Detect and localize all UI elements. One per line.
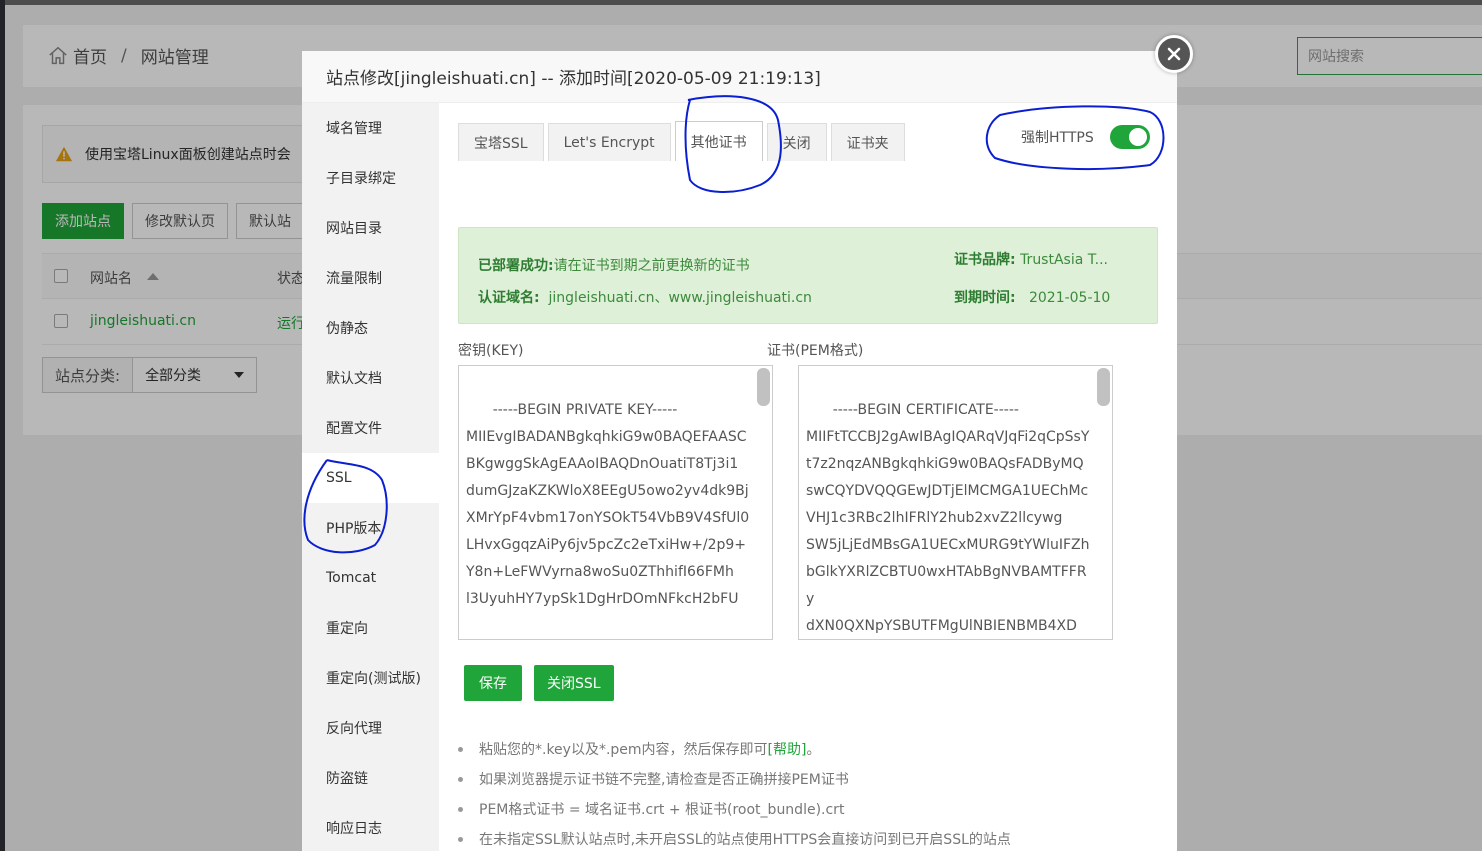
force-https: 强制HTTPS [1021, 125, 1150, 149]
tip-item: 如果浏览器提示证书链不完整,请检查是否正确拼接PEM证书 [458, 764, 1011, 794]
sidebar-item-tomcat[interactable]: Tomcat [302, 553, 439, 603]
key-label: 密钥(KEY) [458, 343, 524, 359]
cert-label: 证书(PEM格式) [767, 343, 864, 359]
sidebar-item-subdir[interactable]: 子目录绑定 [302, 153, 439, 203]
sidebar-item-ssl[interactable]: SSL [302, 453, 439, 503]
private-key-textarea[interactable]: -----BEGIN PRIVATE KEY----- MIIEvgIBADAN… [458, 365, 773, 640]
save-button[interactable]: 保存 [464, 665, 522, 701]
cert-domain: 认证域名: jingleishuati.cn、www.jingleishuati… [478, 287, 812, 307]
close-ssl-button[interactable]: 关闭SSL [534, 665, 614, 701]
dialog-title: 站点修改[jingleishuati.cn] -- 添加时间[2020-05-0… [302, 51, 1177, 103]
sidebar-item-traffic-limit[interactable]: 流量限制 [302, 253, 439, 303]
sidebar-item-domain[interactable]: 域名管理 [302, 103, 439, 153]
close-dialog-button[interactable] [1155, 35, 1193, 73]
expire-text: 2021-05-10 [1028, 290, 1111, 306]
brand-label: 证书品牌: [954, 252, 1016, 268]
cert-brand: 证书品牌: TrustAsia T... [954, 249, 1108, 269]
tip-item: PEM格式证书 = 域名证书.crt + 根证书(root_bundle).cr… [458, 794, 1011, 824]
sidebar-item-rewrite[interactable]: 伪静态 [302, 303, 439, 353]
tab-bt-ssl[interactable]: 宝塔SSL [458, 123, 544, 161]
sidebar-item-config[interactable]: 配置文件 [302, 403, 439, 453]
expire-label: 到期时间: [954, 290, 1016, 306]
certificate-textarea[interactable]: -----BEGIN CERTIFICATE----- MIIFtTCCBJ2g… [798, 365, 1113, 640]
cert-expire: 到期时间: 2021-05-10 [954, 287, 1110, 307]
tip1-text: 粘贴您的*.key以及*.pem内容，然后保存即可 [479, 742, 768, 758]
cert-status-box: 已部署成功:请在证书到期之前更换新的证书 认证域名: jingleishuati… [458, 227, 1158, 324]
private-key-content: -----BEGIN PRIVATE KEY----- MIIEvgIBADAN… [466, 402, 750, 607]
close-icon [1167, 47, 1181, 61]
toggle-knob [1128, 128, 1147, 146]
tab-cert-folder[interactable]: 证书夹 [830, 123, 905, 161]
deploy-label: 已部署成功: [478, 258, 554, 274]
force-https-toggle[interactable] [1109, 125, 1150, 149]
dialog-sidebar: 域名管理 子目录绑定 网站目录 流量限制 伪静态 默认文档 配置文件 SSL P… [302, 103, 439, 851]
sidebar-item-redirect[interactable]: 重定向 [302, 603, 439, 653]
brand-text: TrustAsia T... [1020, 252, 1108, 268]
domain-text: jingleishuati.cn、www.jingleishuati.cn [548, 290, 812, 306]
deploy-text: 请在证书到期之前更换新的证书 [553, 258, 750, 274]
force-https-label: 强制HTTPS [1021, 130, 1094, 146]
sidebar-item-response-log[interactable]: 响应日志 [302, 803, 439, 851]
sidebar-item-hotlink[interactable]: 防盗链 [302, 753, 439, 803]
tip1-end: 。 [806, 742, 821, 758]
help-link[interactable]: [帮助] [768, 739, 807, 759]
ssl-tabs: 宝塔SSL Let's Encrypt 其他证书 关闭 证书夹 [458, 121, 905, 161]
tab-close[interactable]: 关闭 [766, 123, 827, 161]
sidebar-item-reverse-proxy[interactable]: 反向代理 [302, 703, 439, 753]
cert-scrollbar[interactable] [1097, 368, 1110, 406]
tab-lets-encrypt[interactable]: Let's Encrypt [547, 123, 671, 161]
key-scrollbar[interactable] [757, 368, 770, 406]
ssl-panel: 宝塔SSL Let's Encrypt 其他证书 关闭 证书夹 强制HTTPS … [439, 103, 1177, 851]
help-tips: 粘贴您的*.key以及*.pem内容，然后保存即可 [帮助]。 如果浏览器提示证书… [458, 734, 1011, 851]
tab-other-cert[interactable]: 其他证书 [674, 121, 763, 161]
sidebar-item-site-dir[interactable]: 网站目录 [302, 203, 439, 253]
tip-item: 在未指定SSL默认站点时,未开启SSL的站点使用HTTPS会直接访问到已开启SS… [458, 824, 1011, 851]
sidebar-item-default-doc[interactable]: 默认文档 [302, 353, 439, 403]
domain-label: 认证域名: [478, 290, 540, 306]
certificate-content: -----BEGIN CERTIFICATE----- MIIFtTCCBJ2g… [806, 402, 1090, 634]
site-edit-dialog: 站点修改[jingleishuati.cn] -- 添加时间[2020-05-0… [302, 51, 1177, 851]
tip-item: 粘贴您的*.key以及*.pem内容，然后保存即可 [帮助]。 [458, 734, 1011, 764]
sidebar-item-redirect-beta[interactable]: 重定向(测试版) [302, 653, 439, 703]
sidebar-item-php-version[interactable]: PHP版本 [302, 503, 439, 553]
deploy-status: 已部署成功:请在证书到期之前更换新的证书 [478, 255, 750, 275]
